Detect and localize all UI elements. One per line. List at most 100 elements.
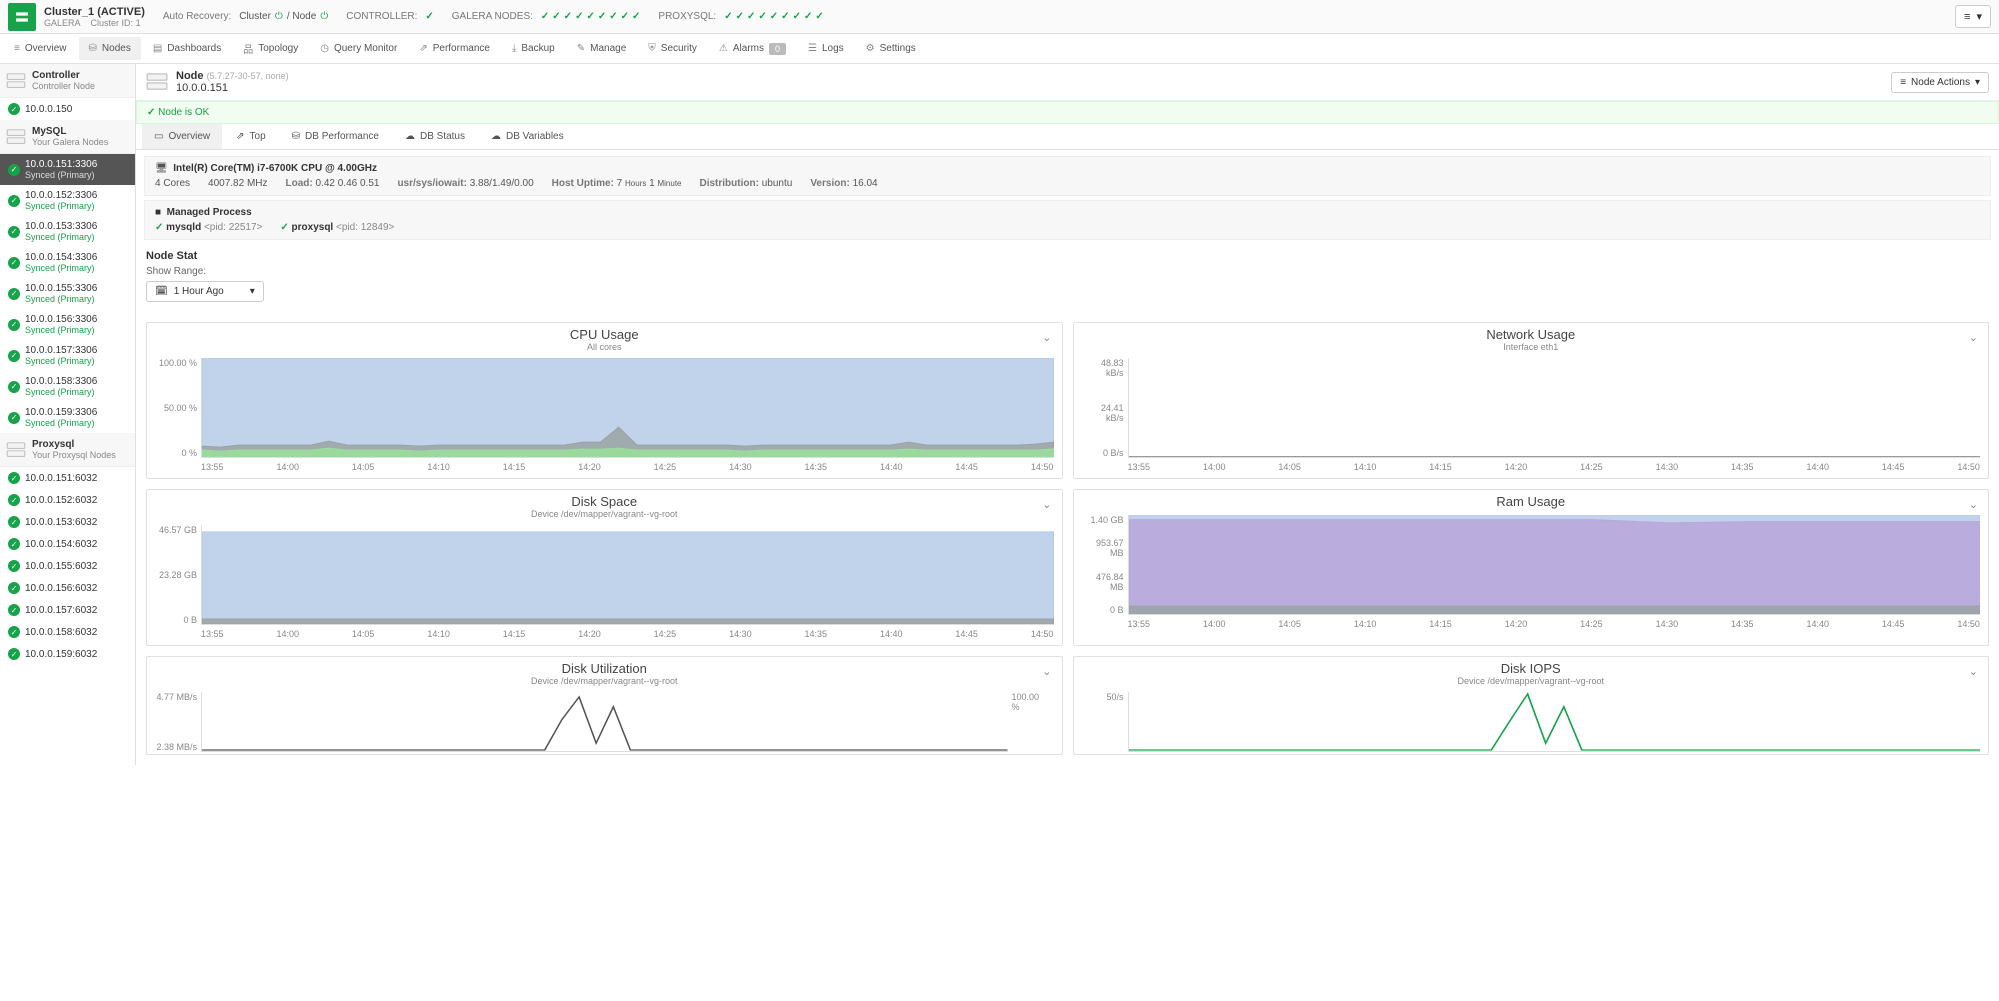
sidebar-proxy-header: Proxysql Your Proxysql Nodes bbox=[0, 433, 135, 467]
tab-settings[interactable]: ⚙Settings bbox=[856, 37, 926, 60]
tab-icon: ☁ bbox=[491, 131, 501, 142]
chart-subtitle: Device /dev/mapper/vagrant--vg-root bbox=[147, 676, 1062, 686]
node-item[interactable]: 10.0.0.153:3306Synced (Primary) bbox=[0, 216, 135, 247]
node-item[interactable]: 10.0.0.151:3306Synced (Primary) bbox=[0, 154, 135, 185]
tab-icon: ☰ bbox=[808, 43, 817, 54]
node-item[interactable]: 10.0.0.156:6032 bbox=[0, 577, 135, 599]
tab-dashboards[interactable]: ▤Dashboards bbox=[143, 37, 231, 60]
node-item[interactable]: 10.0.0.157:3306Synced (Primary) bbox=[0, 340, 135, 371]
node-item[interactable]: 10.0.0.151:6032 bbox=[0, 467, 135, 489]
tab-logs[interactable]: ☰Logs bbox=[798, 37, 854, 60]
subtab-db-variables[interactable]: ☁DB Variables bbox=[479, 124, 576, 149]
y-axis: 1.40 GB953.67 MB476.84 MB0 B bbox=[1082, 515, 1128, 615]
tab-icon: ⚠ bbox=[719, 43, 728, 54]
node-actions-button[interactable]: ≡ Node Actions ▾ bbox=[1891, 72, 1989, 93]
check-icon: ✓ bbox=[781, 11, 789, 22]
cluster-heading: Cluster_1 (ACTIVE) GALERA Cluster ID: 1 bbox=[44, 6, 145, 28]
plot-area[interactable] bbox=[1128, 358, 1981, 458]
check-icon: ✓ bbox=[147, 107, 155, 118]
tab-icon: ⤓ bbox=[512, 43, 516, 54]
server-icon bbox=[6, 442, 26, 458]
server-icon bbox=[6, 129, 26, 145]
power-icon[interactable]: ⏻ bbox=[275, 11, 283, 22]
tab-icon: ⇗ bbox=[419, 43, 427, 54]
cluster-id: 1 bbox=[136, 18, 141, 28]
tab-performance[interactable]: ⇗Performance bbox=[409, 37, 500, 60]
status-dot-icon bbox=[8, 626, 20, 638]
caret-down-icon: ▾ bbox=[1975, 77, 1980, 88]
chevron-down-icon[interactable]: ⌄ bbox=[1969, 498, 1978, 511]
check-icon: ✓ bbox=[575, 11, 583, 22]
check-icon: ✓ bbox=[736, 11, 744, 22]
chevron-down-icon[interactable]: ⌄ bbox=[1969, 665, 1978, 678]
plot-area[interactable] bbox=[1128, 692, 1981, 752]
chevron-down-icon[interactable]: ⌄ bbox=[1969, 331, 1978, 344]
node-meta: (5.7.27-30-57, none) bbox=[207, 71, 289, 81]
plot-area[interactable] bbox=[201, 525, 1054, 625]
tab-alarms[interactable]: ⚠Alarms0 bbox=[709, 37, 796, 61]
auto-recovery: Auto Recovery: Cluster ⏻ / Node ⏻ bbox=[163, 11, 328, 22]
check-icon: ✓ bbox=[621, 11, 629, 22]
chart-title: Ram Usage bbox=[1074, 490, 1989, 509]
node-item[interactable]: 10.0.0.155:3306Synced (Primary) bbox=[0, 278, 135, 309]
node-item[interactable]: 10.0.0.158:6032 bbox=[0, 621, 135, 643]
caret-down-icon: ▾ bbox=[250, 286, 255, 297]
chart-subtitle: Interface eth1 bbox=[1074, 342, 1989, 352]
tab-overview[interactable]: ≡Overview bbox=[4, 37, 77, 60]
plot-area[interactable] bbox=[1128, 515, 1981, 615]
sidebar-controller-header: Controller Controller Node bbox=[0, 64, 135, 98]
tab-nodes[interactable]: ⛁Nodes bbox=[79, 37, 141, 60]
chart-diskutil: Disk UtilizationDevice /dev/mapper/vagra… bbox=[146, 656, 1063, 755]
node-ip: 10.0.0.151 bbox=[176, 82, 289, 94]
node-item[interactable]: 10.0.0.155:6032 bbox=[0, 555, 135, 577]
status-dot-icon bbox=[8, 350, 20, 362]
node-item[interactable]: 10.0.0.153:6032 bbox=[0, 511, 135, 533]
node-stat-title: Node Stat bbox=[146, 250, 1989, 262]
node-item[interactable]: 10.0.0.158:3306Synced (Primary) bbox=[0, 371, 135, 402]
node-item[interactable]: 10.0.0.159:3306Synced (Primary) bbox=[0, 402, 135, 433]
main-tabbar: ≡Overview⛁Nodes▤Dashboards品Topology◷Quer… bbox=[0, 34, 1999, 64]
tab-manage[interactable]: ✎Manage bbox=[567, 37, 637, 60]
node-item[interactable]: 10.0.0.156:3306Synced (Primary) bbox=[0, 309, 135, 340]
tab-icon: ≡ bbox=[14, 43, 20, 54]
top-menu-button[interactable]: ≡ ▾ bbox=[1955, 5, 1991, 28]
plot-area[interactable] bbox=[201, 358, 1054, 458]
status-dot-icon bbox=[8, 648, 20, 660]
x-axis: 13:5514:0014:0514:1014:1514:2014:2514:30… bbox=[147, 627, 1062, 645]
tab-topology[interactable]: 品Topology bbox=[233, 35, 308, 62]
node-subtabs: ▭Overview⇗Top⛁DB Performance☁DB Status☁D… bbox=[136, 124, 1999, 150]
subtab-db-status[interactable]: ☁DB Status bbox=[393, 124, 477, 149]
node-item[interactable]: 10.0.0.152:3306Synced (Primary) bbox=[0, 185, 135, 216]
chevron-down-icon[interactable]: ⌄ bbox=[1042, 665, 1051, 678]
tab-security[interactable]: ⛨Security bbox=[638, 37, 707, 60]
x-axis: 13:5514:0014:0514:1014:1514:2014:2514:30… bbox=[1074, 460, 1989, 478]
node-item[interactable]: 10.0.0.154:3306Synced (Primary) bbox=[0, 247, 135, 278]
chart-title: Disk Utilization bbox=[147, 657, 1062, 676]
chart-title: Disk Space bbox=[147, 490, 1062, 509]
node-item[interactable]: 10.0.0.159:6032 bbox=[0, 643, 135, 665]
range-select[interactable]: 🗓 1 Hour Ago ▾ bbox=[146, 281, 264, 302]
y-axis: 50/s bbox=[1082, 692, 1128, 752]
tab-icon: ⛁ bbox=[89, 43, 97, 54]
chevron-down-icon[interactable]: ⌄ bbox=[1042, 498, 1051, 511]
node-item[interactable]: 10.0.0.157:6032 bbox=[0, 599, 135, 621]
subtab-db-performance[interactable]: ⛁DB Performance bbox=[280, 124, 391, 149]
chart-disk: Disk SpaceDevice /dev/mapper/vagrant--vg… bbox=[146, 489, 1063, 646]
node-item[interactable]: 10.0.0.154:6032 bbox=[0, 533, 135, 555]
tab-query-monitor[interactable]: ◷Query Monitor bbox=[310, 37, 407, 60]
plot-area[interactable] bbox=[201, 692, 1008, 752]
power-icon[interactable]: ⏻ bbox=[320, 11, 328, 22]
node-item[interactable]: 10.0.0.150 bbox=[0, 98, 135, 120]
chart-title: Disk IOPS bbox=[1074, 657, 1989, 676]
chart-ram: Ram Usage⌄1.40 GB953.67 MB476.84 MB0 B13… bbox=[1073, 489, 1990, 646]
x-axis: 13:5514:0014:0514:1014:1514:2014:2514:30… bbox=[147, 460, 1062, 478]
subtab-top[interactable]: ⇗Top bbox=[224, 124, 278, 149]
chart-title: Network Usage bbox=[1074, 323, 1989, 342]
status-dot-icon bbox=[8, 164, 20, 176]
subtab-overview[interactable]: ▭Overview bbox=[142, 124, 222, 149]
charts-grid: CPU UsageAll cores⌄100.00 %50.00 %0 %13:… bbox=[136, 312, 1999, 765]
tab-icon: ⛁ bbox=[292, 131, 300, 142]
tab-backup[interactable]: ⤓Backup bbox=[502, 37, 565, 60]
node-item[interactable]: 10.0.0.152:6032 bbox=[0, 489, 135, 511]
chevron-down-icon[interactable]: ⌄ bbox=[1042, 331, 1051, 344]
